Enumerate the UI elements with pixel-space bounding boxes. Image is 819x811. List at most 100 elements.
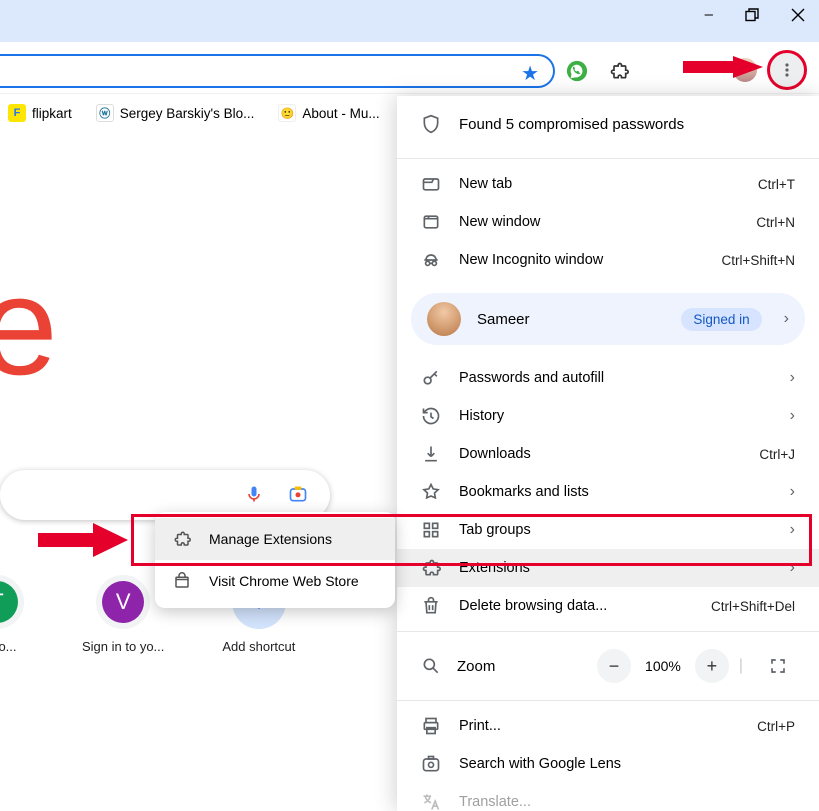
menu-separator (397, 631, 819, 632)
manage-extensions-item[interactable]: Manage Extensions (155, 518, 395, 560)
bookmark-item[interactable]: F flipkart (8, 104, 72, 122)
voice-search-icon[interactable] (244, 484, 264, 504)
puzzle-icon (421, 558, 441, 578)
delete-browsing-data-item[interactable]: Delete browsing data... Ctrl+Shift+Del (397, 587, 819, 625)
profile-name: Sameer (477, 311, 665, 328)
chevron-right-icon: › (790, 483, 795, 501)
puzzle-icon (173, 530, 191, 548)
window-minimize-button[interactable]: – (705, 6, 713, 23)
bookmark-item[interactable]: 🙂 About - Mu... (278, 104, 379, 122)
annotation-arrow-icon (38, 523, 128, 557)
bookmark-label: About - Mu... (302, 106, 379, 121)
lens-search-icon[interactable] (288, 484, 308, 504)
google-lens-item[interactable]: Search with Google Lens (397, 745, 819, 783)
browser-toolbar: ★ (0, 42, 819, 94)
password-alert-row[interactable]: Found 5 compromised passwords (397, 96, 819, 152)
address-bar[interactable]: ★ (0, 54, 555, 88)
profile-row[interactable]: Sameer Signed in › (411, 293, 805, 345)
extensions-item[interactable]: Extensions › (397, 549, 819, 587)
zoom-out-button[interactable]: − (597, 649, 631, 683)
chrome-menu-button[interactable] (769, 52, 805, 88)
menu-accelerator: Ctrl+Shift+Del (711, 599, 795, 614)
zoom-row: Zoom − 100% + | (397, 638, 819, 694)
menu-label: Passwords and autofill (459, 370, 766, 386)
zoom-label: Zoom (457, 658, 581, 675)
printer-icon (421, 716, 441, 736)
window-icon (421, 212, 441, 232)
chevron-right-icon: › (790, 521, 795, 539)
menu-accelerator: Ctrl+N (756, 215, 795, 230)
print-item[interactable]: Print... Ctrl+P (397, 707, 819, 745)
bookmark-label: Sergey Barskiy's Blo... (120, 106, 255, 121)
google-logo-fragment: e (0, 245, 58, 407)
window-maximize-button[interactable] (745, 8, 759, 22)
ntp-shortcut[interactable]: V Sign in to yo... (82, 575, 164, 654)
window-close-button[interactable] (791, 8, 805, 22)
profile-avatar-button[interactable] (731, 56, 759, 84)
webstore-icon (173, 572, 191, 590)
shortcut-label: Sign in to yo... (82, 639, 164, 654)
extensions-puzzle-icon[interactable] (607, 59, 631, 83)
bookmark-label: flipkart (32, 106, 72, 121)
translate-icon (421, 792, 441, 811)
menu-accelerator: Ctrl+P (757, 719, 795, 734)
bookmarks-lists-item[interactable]: Bookmarks and lists › (397, 473, 819, 511)
trash-icon (421, 596, 441, 616)
alert-text: Found 5 compromised passwords (459, 116, 684, 133)
signed-in-badge: Signed in (681, 308, 761, 331)
download-icon (421, 444, 441, 464)
new-tab-item[interactable]: New tab Ctrl+T (397, 165, 819, 203)
star-icon (421, 482, 441, 502)
bookmark-star-icon[interactable]: ★ (521, 61, 539, 86)
bookmark-item[interactable]: ⓦ Sergey Barskiy's Blo... (96, 104, 255, 122)
profile-avatar-icon (427, 302, 461, 336)
history-item[interactable]: History › (397, 397, 819, 435)
menu-accelerator: Ctrl+Shift+N (721, 253, 795, 268)
shortcut-label: to yo... (0, 639, 17, 654)
zoom-in-button[interactable]: + (695, 649, 729, 683)
about-favicon: 🙂 (278, 104, 296, 122)
tab-icon (421, 174, 441, 194)
chrome-main-menu: Found 5 compromised passwords New tab Ct… (397, 96, 819, 811)
chevron-right-icon: › (784, 310, 789, 328)
new-window-item[interactable]: New window Ctrl+N (397, 203, 819, 241)
flipkart-favicon: F (8, 104, 26, 122)
menu-label: Search with Google Lens (459, 756, 795, 772)
menu-label: Downloads (459, 446, 741, 462)
menu-label: New window (459, 214, 738, 230)
menu-accelerator: Ctrl+J (759, 447, 795, 462)
chevron-right-icon: › (790, 407, 795, 425)
downloads-item[interactable]: Downloads Ctrl+J (397, 435, 819, 473)
passwords-autofill-item[interactable]: Passwords and autofill › (397, 359, 819, 397)
menu-label: Print... (459, 718, 739, 734)
menu-separator (397, 158, 819, 159)
shortcut-label: Add shortcut (222, 639, 295, 654)
submenu-label: Visit Chrome Web Store (209, 573, 359, 589)
zoom-value: 100% (645, 658, 681, 674)
key-icon (421, 368, 441, 388)
menu-accelerator: Ctrl+T (758, 177, 795, 192)
wordpress-favicon: ⓦ (96, 104, 114, 122)
extension-icon-row (565, 59, 631, 83)
menu-label: Tab groups (459, 522, 766, 538)
menu-label: History (459, 408, 766, 424)
menu-label: Extensions (459, 560, 766, 576)
ntp-shortcut[interactable]: T to yo... (0, 575, 24, 654)
chevron-right-icon: › (790, 559, 795, 577)
translate-item: Translate... (397, 783, 819, 811)
incognito-icon (421, 250, 441, 270)
menu-label: New tab (459, 176, 740, 192)
visit-web-store-item[interactable]: Visit Chrome Web Store (155, 560, 395, 602)
menu-label: New Incognito window (459, 252, 703, 268)
fullscreen-button[interactable] (761, 649, 795, 683)
lens-icon (421, 754, 441, 774)
menu-separator (397, 700, 819, 701)
chevron-right-icon: › (790, 369, 795, 387)
extensions-submenu: Manage Extensions Visit Chrome Web Store (155, 512, 395, 608)
history-icon (421, 406, 441, 426)
submenu-label: Manage Extensions (209, 531, 332, 547)
whatsapp-extension-icon[interactable] (565, 59, 589, 83)
new-incognito-item[interactable]: New Incognito window Ctrl+Shift+N (397, 241, 819, 279)
tab-groups-item[interactable]: Tab groups › (397, 511, 819, 549)
menu-label: Bookmarks and lists (459, 484, 766, 500)
